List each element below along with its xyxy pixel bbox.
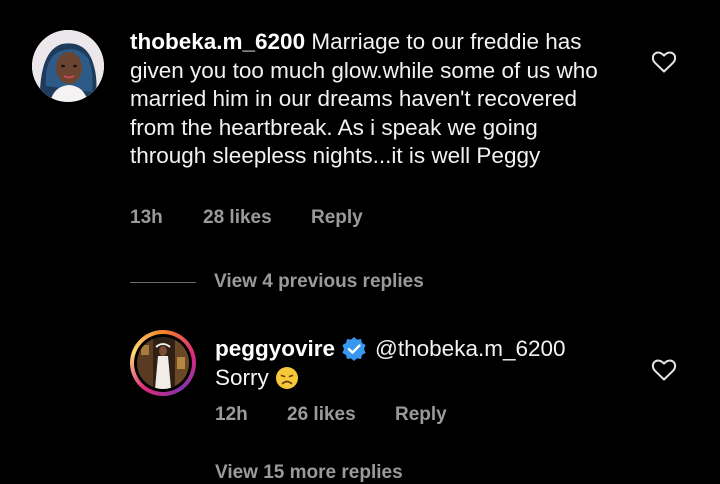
view-previous-replies-label[interactable]: View 4 previous replies bbox=[214, 271, 424, 293]
reply-body: Sorry bbox=[215, 364, 299, 392]
reply-reply-button[interactable]: Reply bbox=[395, 404, 447, 426]
reply-time: 12h bbox=[215, 404, 248, 425]
reply-username[interactable]: peggyovire bbox=[215, 335, 335, 363]
reply-mention[interactable]: @thobeka.m_6200 bbox=[375, 335, 565, 363]
divider bbox=[130, 281, 196, 283]
comment-likes[interactable]: 28 likes bbox=[203, 207, 272, 229]
avatar[interactable] bbox=[137, 337, 189, 389]
heart-icon[interactable] bbox=[651, 358, 677, 382]
view-more-replies[interactable]: View 15 more replies bbox=[215, 462, 403, 484]
verified-badge-icon bbox=[342, 337, 366, 361]
reply-likes[interactable]: 26 likes bbox=[287, 404, 356, 426]
comment-username[interactable]: thobeka.m_6200 bbox=[130, 29, 305, 54]
reply-header: peggyovire @thobeka.m_6200 bbox=[215, 335, 566, 363]
reply-text: Sorry bbox=[215, 365, 269, 390]
profile-photo bbox=[137, 337, 189, 389]
view-previous-replies[interactable]: View 4 previous replies bbox=[130, 268, 424, 296]
comment-reply-button[interactable]: Reply bbox=[311, 207, 363, 229]
avatar-story-ring[interactable] bbox=[130, 330, 196, 396]
avatar[interactable] bbox=[32, 30, 104, 102]
comment-time: 13h bbox=[130, 207, 163, 228]
heart-icon[interactable] bbox=[651, 50, 677, 74]
disappointed-face-icon bbox=[275, 367, 298, 389]
comment-body: thobeka.m_6200 Marriage to our freddie h… bbox=[130, 28, 620, 171]
profile-photo bbox=[32, 30, 104, 102]
